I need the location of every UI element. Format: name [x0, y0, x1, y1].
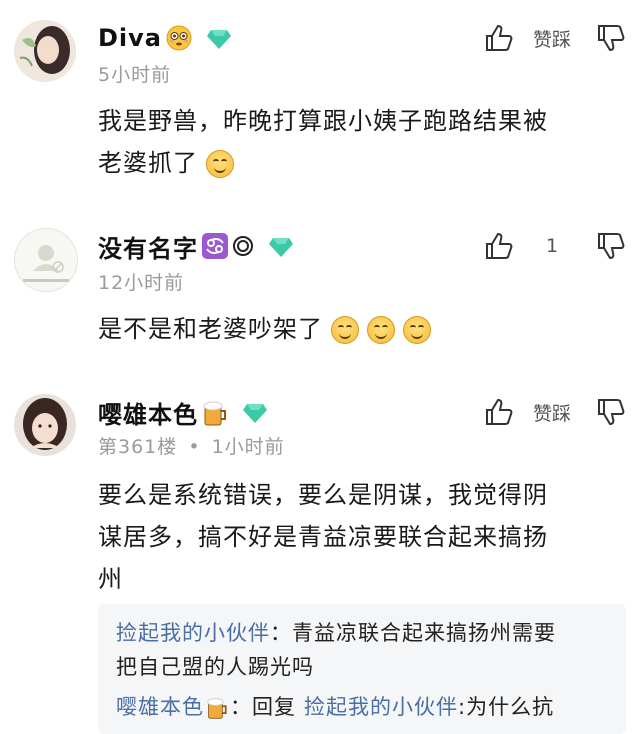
thumbs-up-icon[interactable] [484, 231, 514, 261]
smile-emoji-icon [367, 316, 395, 344]
reply-author-link[interactable]: 捡起我的小伙伴 [116, 621, 270, 645]
separator-dot: • [188, 436, 201, 458]
comment-text: 是不是和老婆吵架了 [98, 308, 598, 350]
comment-text: 我是野兽，昨晚打算跟小姨子跑路结果被 老婆抓了 [98, 100, 598, 184]
comment-line: 要么是系统错误，要么是阴谋，我觉得阴 [98, 481, 548, 509]
flushed-face-icon [166, 25, 192, 51]
replies-panel: 捡起我的小伙伴：青益凉联合起来搞扬州需要 把自己盟的人踢光吗 嘤雄本色 ：回复捡… [98, 604, 626, 734]
avatar[interactable] [14, 228, 78, 292]
reply-item[interactable]: 嘤雄本色 ：回复 捡起我的小伙伴:为什么抗 [116, 690, 606, 724]
thumbs-down-icon[interactable] [596, 397, 626, 427]
reply-item[interactable]: 捡起我的小伙伴：青益凉联合起来搞扬州需要 把自己盟的人踢光吗 [116, 616, 606, 684]
thumbs-up-icon[interactable] [484, 23, 514, 53]
thumbs-down-icon[interactable] [596, 23, 626, 53]
like-count: 1 [545, 235, 559, 257]
reply-text: 把自己盟的人踢光吗 [116, 655, 314, 679]
comment-diva: Diva 5小时前 赞踩 我是野兽，昨晚打算跟小姨子跑路结果被 老婆抓了 [0, 0, 640, 200]
username[interactable]: 没有名字 [98, 229, 198, 264]
reply-target-link[interactable]: 捡起我的小伙伴 [304, 695, 458, 719]
comment-line: 是不是和老婆吵架了 [98, 315, 323, 343]
cancer-zodiac-icon [202, 233, 228, 259]
timestamp: 1小时前 [211, 436, 285, 458]
target-circle-icon [232, 235, 254, 257]
like-dislike-label: 赞踩 [532, 402, 571, 425]
reply-separator: ： [230, 695, 252, 719]
thumbs-up-icon[interactable] [484, 397, 514, 427]
smile-emoji-icon [331, 316, 359, 344]
comment-text: 要么是系统错误，要么是阴谋，我觉得阴 谋居多，搞不好是青益凉要联合起来搞扬 州 [98, 474, 598, 600]
timestamp: 12小时前 [98, 272, 185, 294]
comment-no-name: 没有名字 12小时前 1 是不是和老婆吵架了 [0, 200, 640, 370]
like-dislike-label: 赞踩 [532, 28, 571, 51]
reply-text: :为什么抗 [458, 695, 555, 719]
floor-number: 第361楼 [98, 436, 178, 458]
reply-separator: ： [270, 621, 292, 645]
beer-mug-icon [202, 399, 228, 426]
diamond-badge-icon [268, 236, 293, 257]
username[interactable]: 嘤雄本色 [98, 395, 198, 430]
thumbs-down-icon[interactable] [596, 231, 626, 261]
reply-word: 回复 [252, 695, 296, 719]
smile-emoji-icon [403, 316, 431, 344]
beer-mug-icon [206, 696, 230, 720]
comment-line: 州 [98, 565, 123, 593]
reply-text: 青益凉联合起来搞扬州需要 [292, 621, 556, 645]
avatar[interactable] [14, 20, 76, 82]
diamond-badge-icon [242, 402, 267, 423]
comment-line: 谋居多，搞不好是青益凉要联合起来搞扬 [98, 523, 548, 551]
reply-author-link[interactable]: 嘤雄本色 [116, 695, 204, 719]
avatar[interactable] [14, 394, 76, 456]
smile-emoji-icon [206, 150, 234, 178]
floor-and-time: 第361楼 • 1小时前 [98, 432, 285, 459]
diamond-badge-icon [206, 28, 231, 49]
username[interactable]: Diva [98, 24, 162, 52]
comment-line: 我是野兽，昨晚打算跟小姨子跑路结果被 [98, 107, 548, 135]
timestamp: 5小时前 [98, 64, 172, 86]
comment-line: 老婆抓了 [98, 149, 198, 177]
